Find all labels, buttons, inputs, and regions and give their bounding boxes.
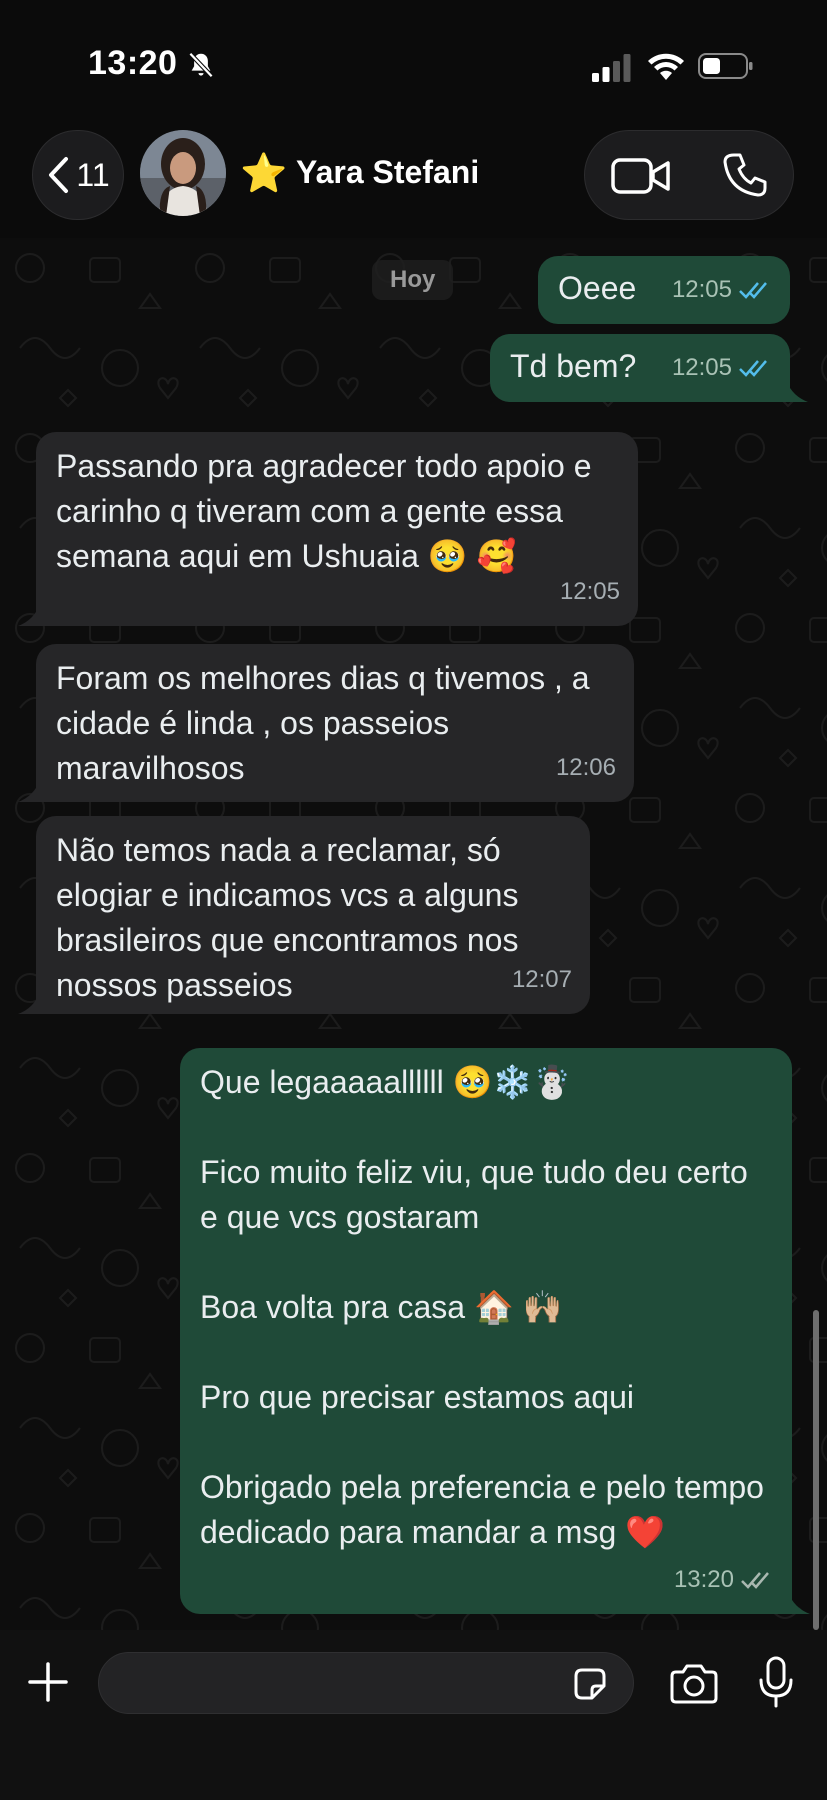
read-ticks-icon (739, 281, 767, 299)
chevron-left-icon (49, 157, 69, 193)
phone-icon[interactable] (721, 151, 769, 199)
camera-icon[interactable] (668, 1662, 720, 1706)
sticker-icon[interactable] (570, 1664, 610, 1704)
bubble-tail (786, 380, 808, 402)
message-line-blank (200, 1105, 772, 1150)
bubble-tail (18, 780, 40, 802)
plus-icon[interactable] (26, 1660, 70, 1704)
composer-bar (0, 1630, 827, 1800)
message-line: Que legaaaaallllll 🥹❄️☃️ (200, 1064, 573, 1100)
wifi-icon (648, 53, 684, 80)
message-time: 12:05 (671, 354, 732, 381)
message-line: Fico muito feliz viu, que tudo deu certo… (200, 1154, 748, 1235)
bell-slash-icon (188, 52, 214, 78)
message-meta: 12:05 (560, 569, 620, 614)
message-text: Td bem? (510, 348, 637, 384)
video-call-icon[interactable] (611, 155, 671, 197)
status-bar: 13:20 (0, 0, 827, 120)
message-text: Passando pra agradecer todo apoio e cari… (56, 448, 592, 574)
message-meta: 12:06 (556, 745, 616, 790)
message-meta: 13:20 (674, 1557, 774, 1602)
date-separator: Hoy (372, 260, 454, 300)
message-bubble-incoming[interactable]: Foram os melhores dias q tivemos , a cid… (36, 644, 634, 802)
read-ticks-icon (739, 359, 767, 377)
call-actions (584, 130, 794, 220)
bubble-tail (18, 992, 40, 1014)
avatar[interactable] (140, 130, 226, 216)
message-bubble-incoming[interactable]: Passando pra agradecer todo apoio e cari… (36, 432, 638, 626)
message-time: 13:20 (673, 1566, 734, 1593)
bubble-tail (18, 604, 40, 626)
message-time: 12:05 (559, 578, 620, 605)
message-list[interactable]: Hoy Oeee 12:05 Td bem? 12:05 Passando pr… (0, 238, 827, 1630)
message-time: 12:07 (511, 966, 572, 993)
message-meta: 12:07 (512, 957, 572, 1002)
chat-header: 11 ⭐ Yara Stefani (0, 120, 827, 238)
contact-name[interactable]: Yara Stefani (296, 154, 479, 191)
microphone-icon[interactable] (756, 1656, 796, 1710)
status-time: 13:20 (88, 44, 178, 82)
battery-icon (698, 53, 753, 79)
message-line-blank (200, 1240, 772, 1285)
message-line-blank (200, 1420, 772, 1465)
message-text: Não temos nada a reclamar, só elogiar e … (56, 832, 519, 1003)
message-input[interactable] (98, 1652, 634, 1714)
message-line: Boa volta pra casa 🏠 🙌🏼 (200, 1289, 563, 1325)
bubble-tail (788, 1592, 810, 1614)
signal-icon (592, 54, 631, 82)
contact-photo (140, 130, 226, 216)
delivered-ticks-icon (741, 1571, 769, 1589)
unread-count: 11 (76, 156, 110, 193)
message-meta: 12:05 (672, 345, 772, 390)
star-icon: ⭐ (240, 151, 288, 195)
message-bubble-outgoing[interactable]: Oeee 12:05 (538, 256, 790, 324)
message-bubble-outgoing[interactable]: Que legaaaaallllll 🥹❄️☃️ Fico muito feli… (180, 1048, 792, 1614)
message-line-blank (200, 1330, 772, 1375)
message-bubble-incoming[interactable]: Não temos nada a reclamar, só elogiar e … (36, 816, 590, 1014)
message-text: Foram os melhores dias q tivemos , a cid… (56, 660, 590, 786)
message-line: Pro que precisar estamos aqui (200, 1379, 634, 1415)
message-text: Oeee (558, 270, 637, 306)
message-time: 12:05 (671, 276, 732, 303)
message-bubble-outgoing[interactable]: Td bem? 12:05 (490, 334, 790, 402)
message-time: 12:06 (555, 754, 616, 781)
back-button[interactable]: 11 (32, 130, 124, 220)
message-line: Obrigado pela preferencia e pelo tempo d… (200, 1469, 764, 1550)
message-meta: 12:05 (672, 267, 772, 312)
scrollbar[interactable] (813, 1310, 819, 1630)
